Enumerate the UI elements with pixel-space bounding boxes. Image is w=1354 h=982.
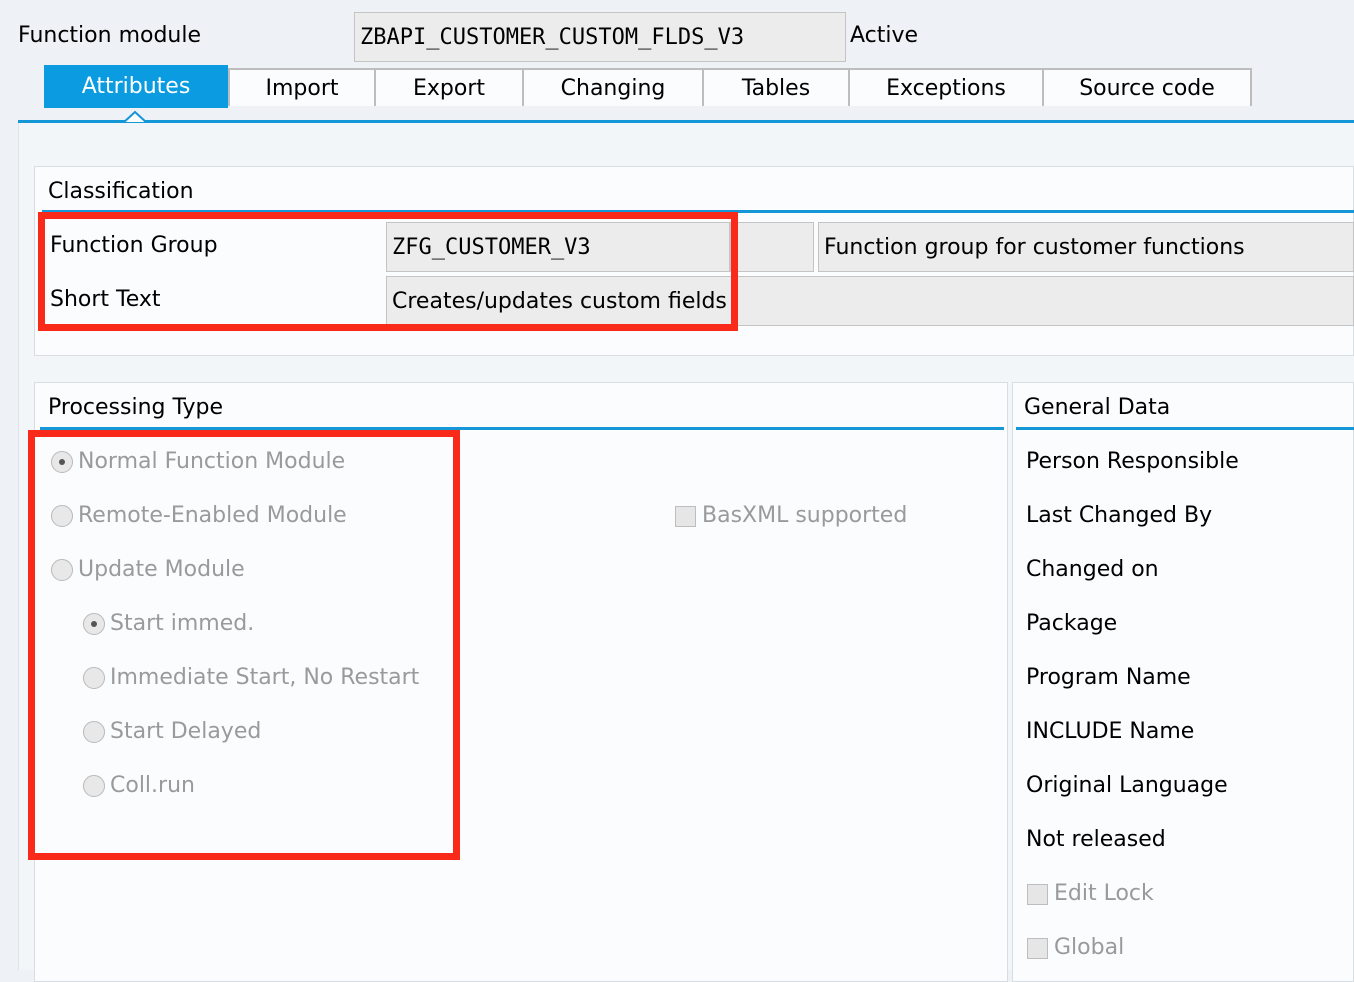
tab-import[interactable]: Import xyxy=(228,68,376,106)
tab-exceptions[interactable]: Exceptions xyxy=(850,68,1044,106)
function-group-description-field: Function group for customer functions xyxy=(818,222,1354,272)
not-released-label: Not released xyxy=(1026,827,1166,852)
processing-type-title: Processing Type xyxy=(48,395,224,420)
edit-lock-checkbox[interactable] xyxy=(1027,884,1048,905)
changed-on-label: Changed on xyxy=(1026,557,1159,582)
general-data-title-underline xyxy=(1016,427,1354,430)
tab-attributes[interactable]: Attributes xyxy=(44,65,228,108)
processing-type-highlight-box xyxy=(28,430,460,860)
package-label: Package xyxy=(1026,611,1118,636)
original-language-label: Original Language xyxy=(1026,773,1228,798)
active-tab-indicator-icon xyxy=(122,110,148,124)
basxml-supported-label: BasXML supported xyxy=(702,503,908,528)
include-name-label: INCLUDE Name xyxy=(1026,719,1195,744)
classification-highlight-box xyxy=(38,212,738,331)
function-group-blank-field xyxy=(730,222,814,272)
global-checkbox[interactable] xyxy=(1027,938,1048,959)
last-changed-by-label: Last Changed By xyxy=(1026,503,1213,528)
tab-tables[interactable]: Tables xyxy=(704,68,850,106)
basxml-supported-checkbox[interactable] xyxy=(675,506,696,527)
global-label: Global xyxy=(1054,935,1125,960)
function-module-name-field[interactable]: ZBAPI_CUSTOMER_CUSTOM_FLDS_V3 xyxy=(354,12,846,62)
function-module-label: Function module xyxy=(18,23,202,48)
tab-source-code[interactable]: Source code xyxy=(1044,68,1252,106)
person-responsible-label: Person Responsible xyxy=(1026,449,1239,474)
edit-lock-label: Edit Lock xyxy=(1054,881,1154,906)
general-data-title: General Data xyxy=(1024,395,1171,420)
status-text: Active xyxy=(850,23,919,48)
tab-export[interactable]: Export xyxy=(376,68,524,106)
classification-title: Classification xyxy=(48,179,194,204)
tab-changing[interactable]: Changing xyxy=(524,68,704,106)
program-name-label: Program Name xyxy=(1026,665,1191,690)
